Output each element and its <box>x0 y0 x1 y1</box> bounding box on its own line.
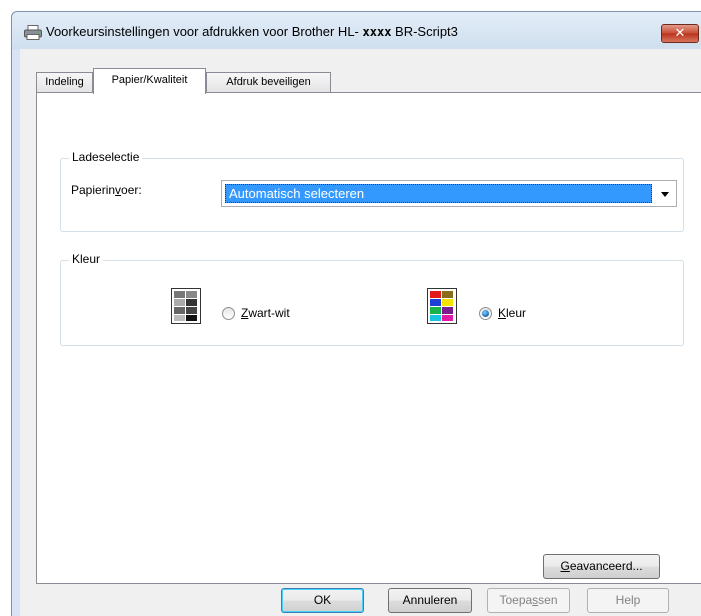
label-mnemonic: G <box>560 559 570 573</box>
printer-icon <box>24 25 42 40</box>
color-group: Kleur Zwart-wit Kleur <box>60 252 684 346</box>
dropdown-arrow-icon[interactable] <box>661 192 669 197</box>
tab-papier-kwaliteit[interactable]: Papier/Kwaliteit <box>93 68 206 94</box>
bw-radio[interactable] <box>222 307 235 320</box>
help-button[interactable]: Help <box>587 588 669 613</box>
tab-panel-papier-kwaliteit: Ladeselectie Papierinvoer: Automatisch s… <box>36 92 701 584</box>
paper-source-selected-value: Automatisch selecteren <box>225 184 652 203</box>
label-part: leur <box>506 306 527 320</box>
bw-radio-label[interactable]: Zwart-wit <box>241 306 290 320</box>
tab-label: Afdruk beveiligen <box>226 76 311 88</box>
apply-button[interactable]: Toepassen <box>487 588 570 613</box>
print-preferences-window: Voorkeursinstellingen voor afdrukken voo… <box>11 11 701 616</box>
color-radio[interactable] <box>479 307 492 320</box>
button-label: Help <box>615 593 641 607</box>
paper-source-dropdown[interactable]: Automatisch selecteren <box>221 180 677 207</box>
ok-button[interactable]: OK <box>281 588 364 613</box>
grayscale-document-icon <box>171 288 201 324</box>
label-part: oer: <box>121 183 142 197</box>
button-label: Annuleren <box>402 593 458 607</box>
label-part: eavanceerd... <box>569 559 643 573</box>
label-mnemonic: K <box>498 306 507 320</box>
label-part: sen <box>538 593 558 607</box>
title-prefix: Voorkeursinstellingen voor afdrukken voo… <box>46 24 359 39</box>
cancel-button[interactable]: Annuleren <box>388 588 472 613</box>
tab-afdruk-beveiligen[interactable]: Afdruk beveiligen <box>206 72 331 93</box>
label-part: Toepa <box>499 593 533 607</box>
tray-selection-group: Ladeselectie Papierinvoer: Automatisch s… <box>60 150 684 232</box>
tab-label: Indeling <box>45 76 84 88</box>
title-model: xxxx <box>362 25 392 39</box>
tab-indeling[interactable]: Indeling <box>36 72 93 93</box>
dialog-body: Indeling Papier/Kwaliteit Afdruk beveili… <box>20 49 701 616</box>
label-part: Papierin <box>71 183 116 197</box>
title-suffix: BR-Script3 <box>395 24 458 39</box>
color-document-icon <box>427 288 457 324</box>
window-title: Voorkeursinstellingen voor afdrukken voo… <box>46 24 458 39</box>
color-radio-label[interactable]: Kleur <box>498 306 526 320</box>
button-label: OK <box>313 593 332 607</box>
close-button[interactable]: ✕ <box>661 24 699 43</box>
advanced-button[interactable]: Geavanceerd... <box>543 554 660 579</box>
label-part: wart-wit <box>248 306 290 320</box>
close-icon: ✕ <box>674 26 686 41</box>
color-group-title: Kleur <box>69 252 104 266</box>
tab-label: Papier/Kwaliteit <box>111 74 188 86</box>
title-bar: Voorkeursinstellingen voor afdrukken voo… <box>12 12 701 49</box>
tray-selection-title: Ladeselectie <box>69 150 143 164</box>
paper-source-label: Papierinvoer: <box>71 183 142 197</box>
